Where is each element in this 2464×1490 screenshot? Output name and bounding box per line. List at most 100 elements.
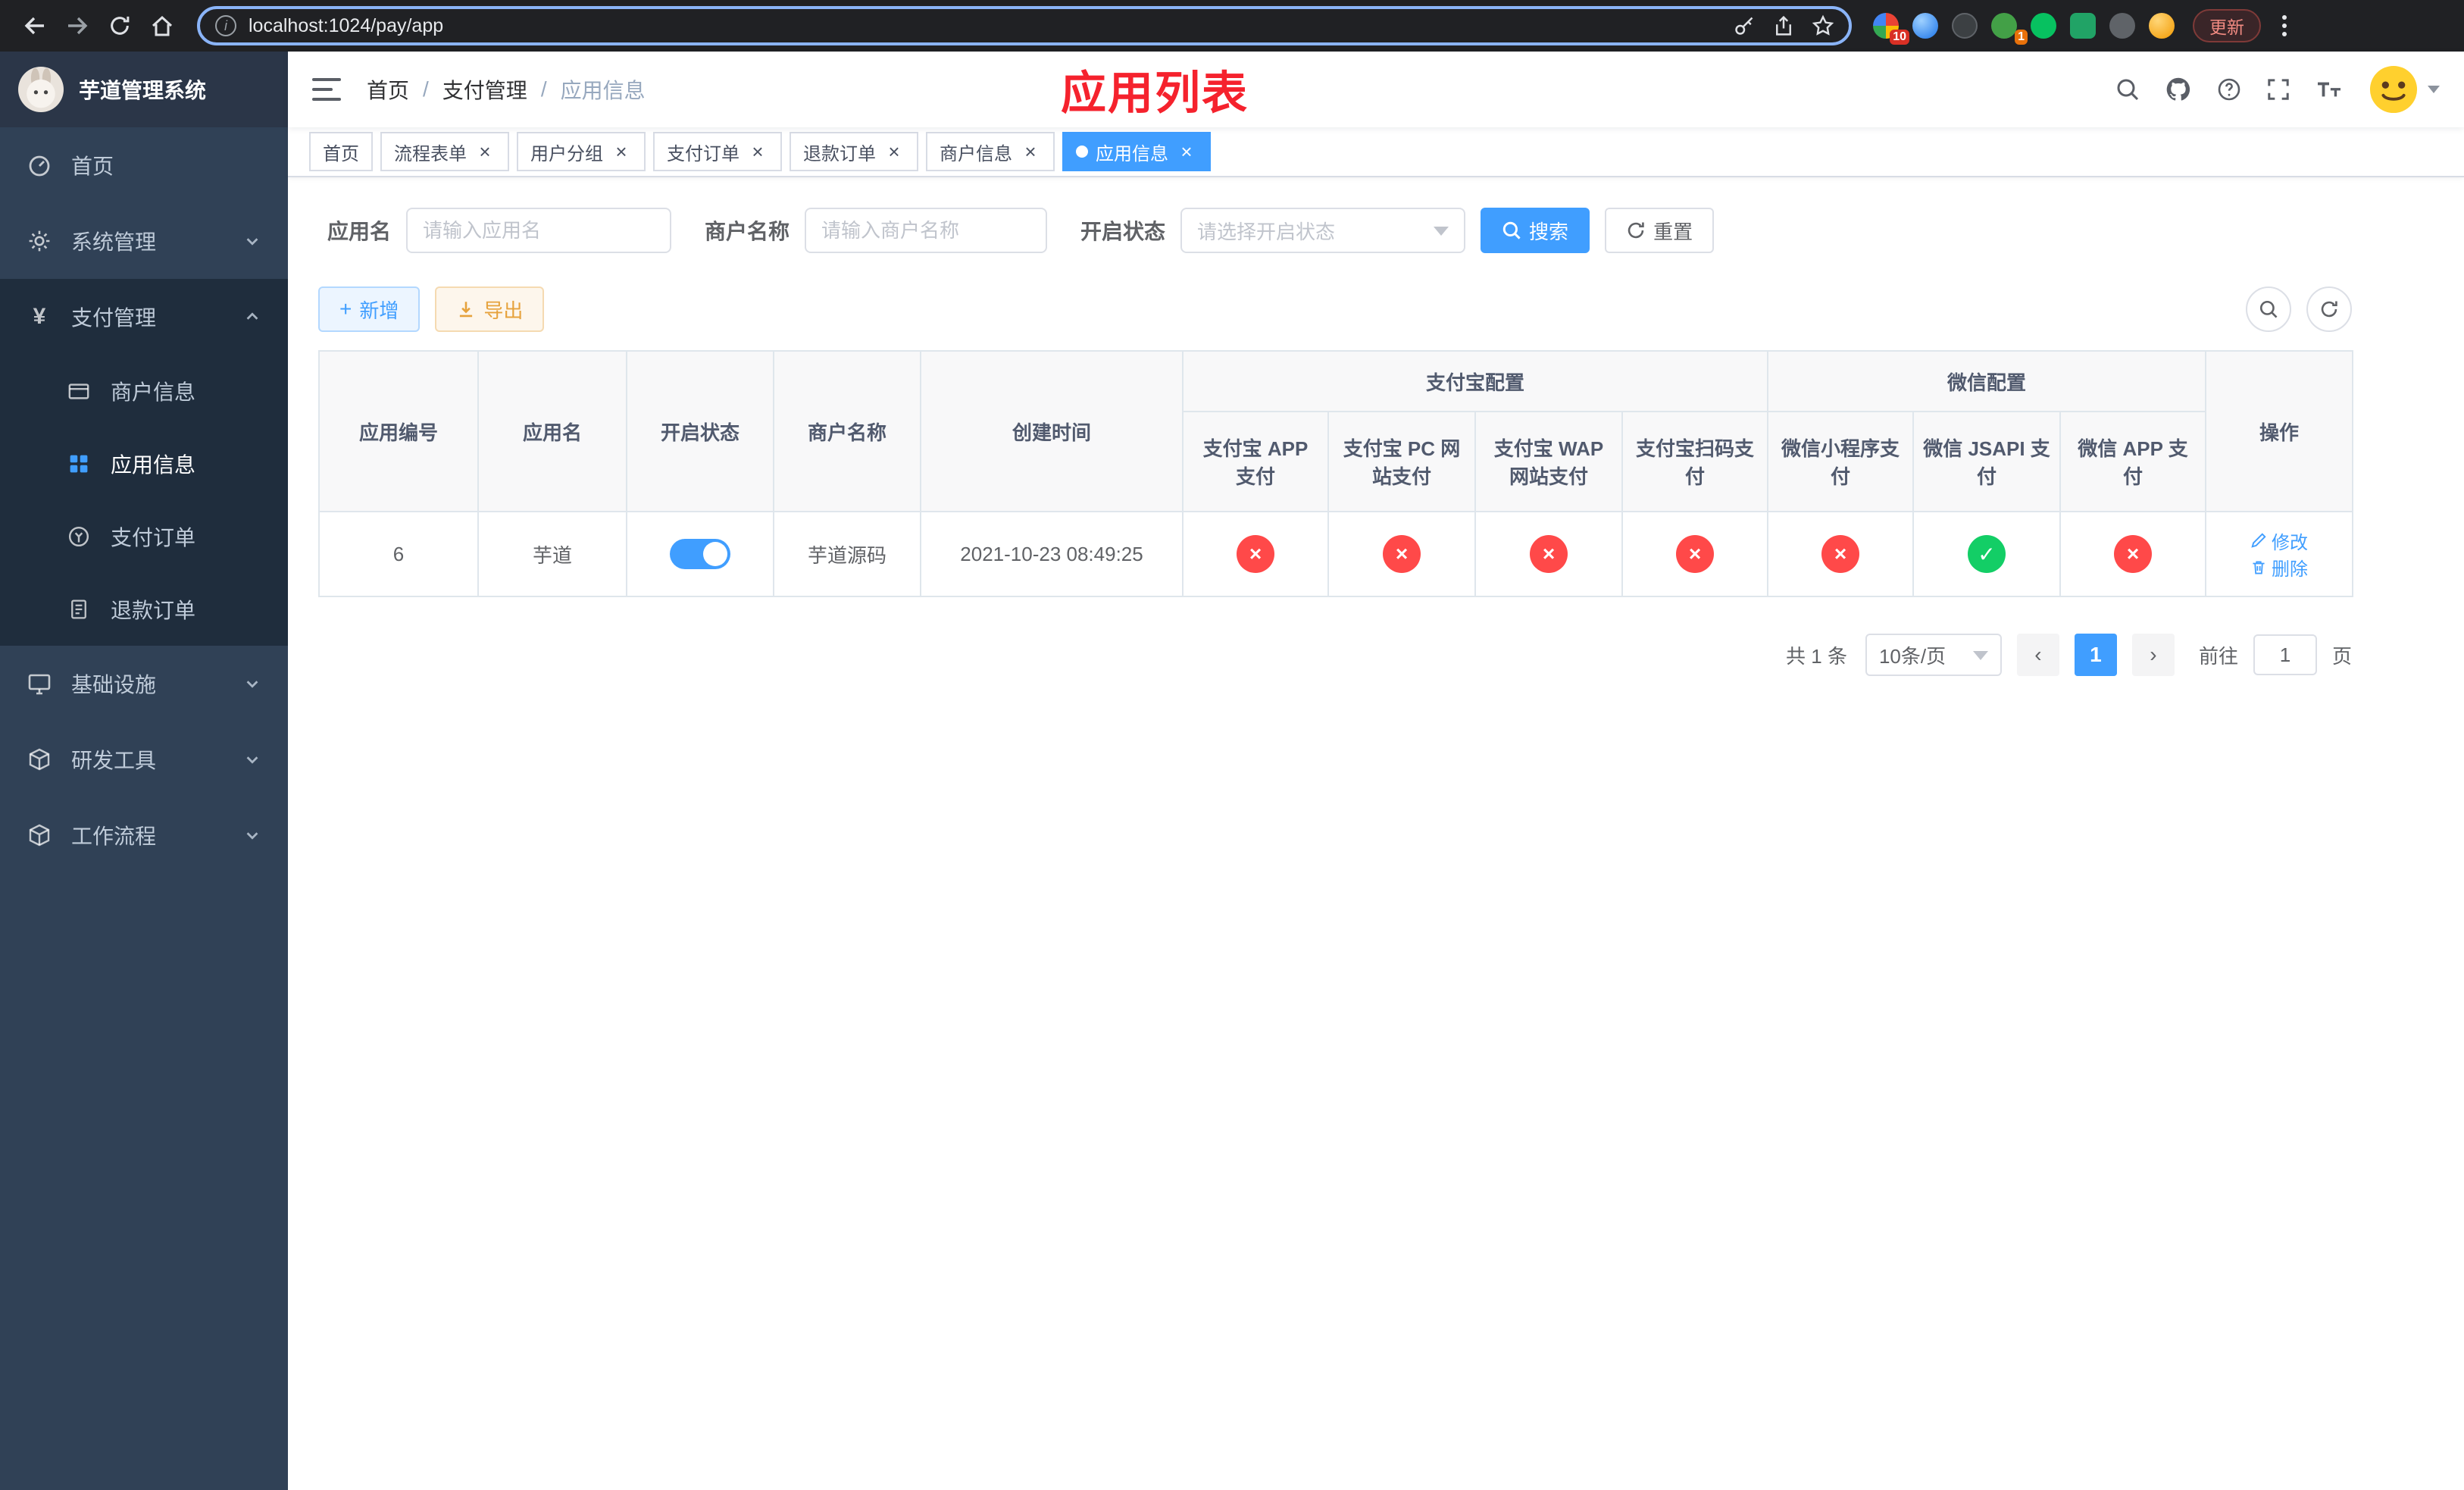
browser-menu-icon[interactable] xyxy=(2276,9,2293,42)
page-content: 应用名 商户名称 开启状态 请选择开启状态 搜索 xyxy=(288,177,2464,1490)
sidebar-item-payment[interactable]: ¥ 支付管理 xyxy=(0,279,288,355)
breadcrumb-item[interactable]: 首页 xyxy=(367,74,409,105)
next-page-button[interactable]: › xyxy=(2131,634,2175,676)
reset-button[interactable]: 重置 xyxy=(1605,208,1715,253)
breadcrumb: 首页 / 支付管理 / 应用信息 xyxy=(367,74,646,105)
goto-page-input[interactable] xyxy=(2253,634,2317,675)
github-icon[interactable] xyxy=(2165,77,2191,102)
export-button-label: 导出 xyxy=(483,299,524,322)
sidebar-item-label: 研发工具 xyxy=(71,749,157,772)
prev-page-button[interactable]: ‹ xyxy=(2016,634,2059,676)
export-button[interactable]: 导出 xyxy=(435,286,545,332)
app-table: 应用编号 应用名 开启状态 商户名称 创建时间 支付宝配置 微信配置 操作 支付… xyxy=(318,350,2354,597)
tab-app-info[interactable]: 应用信息 × xyxy=(1062,132,1211,171)
tab-merchant-info[interactable]: 商户信息 × xyxy=(926,132,1055,171)
browser-extension-icon[interactable]: 1 xyxy=(1991,13,2028,45)
browser-extension-icon[interactable] xyxy=(1912,13,1938,39)
browser-extension-icon[interactable]: 10 xyxy=(1873,13,1909,45)
tab-refund-order[interactable]: 退款订单 × xyxy=(790,132,918,171)
reload-icon[interactable] xyxy=(100,6,139,45)
sidebar: 芋道管理系统 首页 系统管理 ¥ 支付管理 商户信息 应用信息 支付订单 退款订… xyxy=(0,52,288,1490)
fullscreen-icon[interactable] xyxy=(2267,78,2290,101)
reset-button-label: 重置 xyxy=(1653,220,1693,243)
col-header-wx-jsapi: 微信 JSAPI 支付 xyxy=(1912,411,2062,512)
search-icon[interactable] xyxy=(2115,77,2140,102)
app-name-input[interactable] xyxy=(406,208,672,253)
app-name-input-field[interactable] xyxy=(423,218,655,243)
cell-merchant: 芋道源码 xyxy=(773,511,921,597)
site-info-icon[interactable]: i xyxy=(215,15,236,36)
col-group-wechat: 微信配置 xyxy=(1767,350,2207,412)
merchant-name-input[interactable] xyxy=(805,208,1048,253)
sidebar-item-workflow[interactable]: 工作流程 xyxy=(0,797,288,873)
box-icon xyxy=(27,747,52,772)
breadcrumb-item[interactable]: 支付管理 xyxy=(442,74,527,105)
tab-close-icon[interactable]: × xyxy=(1176,141,1197,162)
browser-extension-icon[interactable] xyxy=(2031,13,2056,39)
sidebar-item-home[interactable]: 首页 xyxy=(0,127,288,203)
share-icon[interactable] xyxy=(1767,9,1800,42)
sidebar-item-refund-order[interactable]: 退款订单 xyxy=(0,573,288,646)
password-key-icon[interactable] xyxy=(1728,9,1761,42)
tab-label: 首页 xyxy=(323,143,359,164)
address-bar[interactable]: i localhost:1024/pay/app xyxy=(197,6,1852,45)
cell-wx-app: × xyxy=(2059,511,2207,597)
home-icon[interactable] xyxy=(142,6,182,45)
sidebar-item-system[interactable]: 系统管理 xyxy=(0,203,288,279)
tab-close-icon[interactable]: × xyxy=(747,141,768,162)
hamburger-icon[interactable] xyxy=(312,78,341,101)
delete-button[interactable]: 删除 xyxy=(2250,554,2308,581)
config-status-icon: × xyxy=(1237,535,1274,573)
delete-label: 删除 xyxy=(2272,559,2309,580)
chevron-down-icon xyxy=(244,827,261,844)
browser-extension-icon[interactable] xyxy=(2109,13,2135,39)
cell-alipay-qr: × xyxy=(1621,511,1769,597)
edit-icon xyxy=(2251,533,2266,548)
edit-button[interactable]: 修改 xyxy=(2250,527,2308,554)
breadcrumb-separator: / xyxy=(540,77,547,101)
browser-chrome: i localhost:1024/pay/app 10 1 更新 xyxy=(0,0,2464,52)
cell-app-name: 芋道 xyxy=(477,511,627,597)
page-number-button[interactable]: 1 xyxy=(2074,634,2117,676)
browser-extension-icon[interactable] xyxy=(1952,13,1978,39)
sidebar-item-devtools[interactable]: 研发工具 xyxy=(0,722,288,797)
add-button[interactable]: + 新增 xyxy=(318,286,421,332)
tab-user-group[interactable]: 用户分组 × xyxy=(517,132,646,171)
sidebar-item-label: 应用信息 xyxy=(111,453,196,477)
cell-status xyxy=(626,511,774,597)
browser-update-button[interactable]: 更新 xyxy=(2193,9,2261,42)
tab-close-icon[interactable]: × xyxy=(474,141,496,162)
tab-home[interactable]: 首页 xyxy=(309,132,373,171)
tab-close-icon[interactable]: × xyxy=(611,141,632,162)
sidebar-item-merchant-info[interactable]: 商户信息 xyxy=(0,355,288,427)
tab-label: 应用信息 xyxy=(1096,143,1168,164)
tab-pay-order[interactable]: 支付订单 × xyxy=(653,132,782,171)
font-size-icon[interactable] xyxy=(2315,78,2343,101)
tab-close-icon[interactable]: × xyxy=(1020,141,1041,162)
screen: i localhost:1024/pay/app 10 1 更新 芋道管理系统 … xyxy=(0,0,2464,1490)
refresh-button[interactable] xyxy=(2306,286,2352,332)
col-header-merchant: 商户名称 xyxy=(773,350,921,512)
user-avatar[interactable] xyxy=(2369,64,2440,114)
forward-icon[interactable] xyxy=(58,6,97,45)
help-icon[interactable] xyxy=(2217,77,2241,102)
sidebar-item-app-info[interactable]: 应用信息 xyxy=(0,427,288,500)
sidebar-item-label: 商户信息 xyxy=(111,380,196,404)
filter-label-status: 开启状态 xyxy=(1080,220,1166,243)
config-status-icon: ✓ xyxy=(1968,535,2006,573)
browser-extension-icon[interactable] xyxy=(2149,13,2175,39)
status-toggle[interactable] xyxy=(670,539,730,569)
search-button[interactable]: 搜索 xyxy=(1481,208,1590,253)
status-select[interactable]: 请选择开启状态 xyxy=(1180,208,1466,253)
browser-extension-icon[interactable] xyxy=(2070,13,2096,39)
sidebar-item-pay-order[interactable]: 支付订单 xyxy=(0,500,288,573)
tab-process-form[interactable]: 流程表单 × xyxy=(380,132,509,171)
merchant-name-input-field[interactable] xyxy=(821,218,1031,243)
page-size-select[interactable]: 10条/页 xyxy=(1865,634,2002,676)
toggle-search-button[interactable] xyxy=(2246,286,2291,332)
sidebar-item-infra[interactable]: 基础设施 xyxy=(0,646,288,722)
tab-close-icon[interactable]: × xyxy=(883,141,905,162)
trash-icon xyxy=(2253,561,2265,574)
bookmark-star-icon[interactable] xyxy=(1806,9,1840,42)
back-icon[interactable] xyxy=(15,6,55,45)
